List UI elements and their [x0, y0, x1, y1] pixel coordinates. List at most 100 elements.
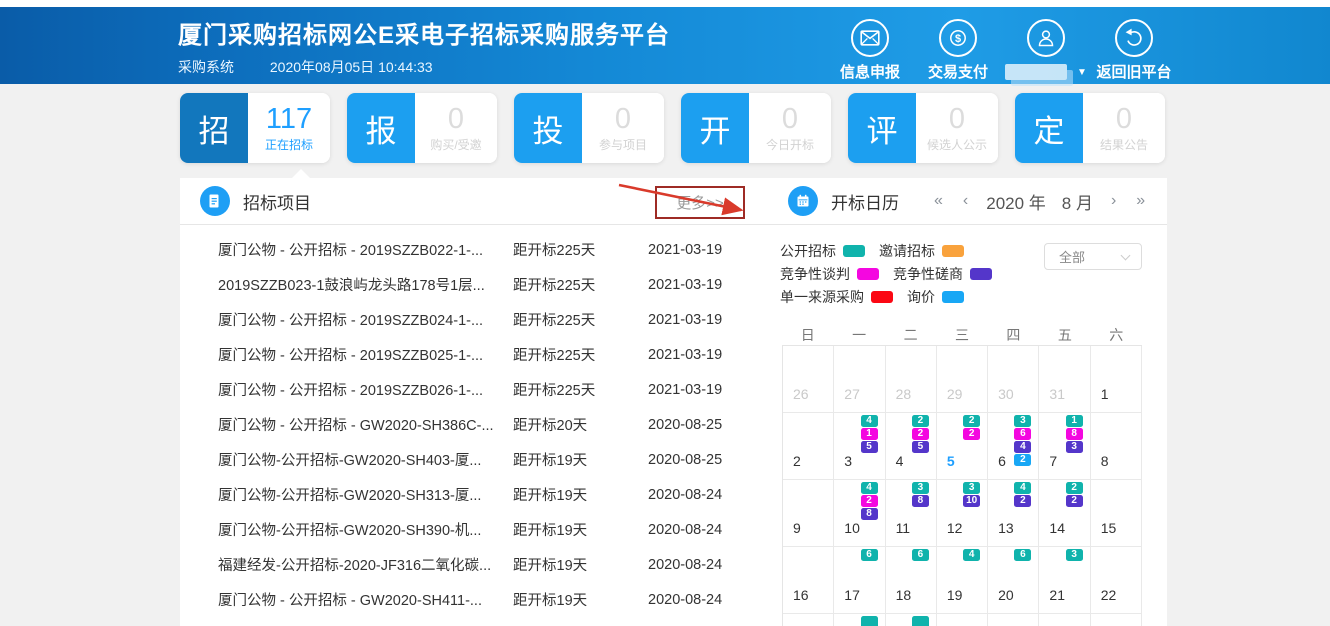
next-month-button[interactable]: ›: [1101, 192, 1126, 210]
event-badge-teal: 6: [861, 549, 878, 561]
calendar-day-27[interactable]: 27: [988, 614, 1039, 626]
calendar-day-2[interactable]: 2: [783, 413, 834, 480]
project-countdown: 距开标225天: [513, 344, 648, 365]
event-badge-blue: 2: [1014, 454, 1031, 466]
calendar-day-23[interactable]: 23: [783, 614, 834, 626]
prev-year-button[interactable]: «: [924, 192, 953, 210]
stat-tab-ping[interactable]: 评0候选人公示: [848, 93, 998, 163]
calendar-day-22[interactable]: 22: [1091, 547, 1142, 614]
project-title: 2019SZZB023-1鼓浪屿龙头路178号1层...: [218, 274, 513, 295]
calendar-day-26[interactable]: 26: [937, 614, 988, 626]
weekday-label: 五: [1039, 325, 1090, 345]
calendar-day-17[interactable]: 617: [834, 547, 885, 614]
calendar-icon: [788, 186, 818, 216]
project-row[interactable]: 厦门公物-公开招标-GW2020-SH403-厦...距开标19天2020-08…: [180, 442, 755, 477]
calendar-day-12[interactable]: 31012: [937, 480, 988, 547]
header-action-back-old[interactable]: 返回旧平台: [1090, 7, 1178, 84]
header-action-user[interactable]: ▼: [1002, 7, 1090, 84]
calendar-day-24[interactable]: 24: [834, 614, 885, 626]
event-badges: 6: [1014, 549, 1031, 561]
day-number: 30: [998, 386, 1014, 402]
project-row[interactable]: 厦门公物 - 公开招标 - 2019SZZB025-1-...距开标225天20…: [180, 337, 755, 372]
project-title: 厦门公物 - 公开招标 - 2019SZZB025-1-...: [218, 344, 513, 365]
return-arrow-icon: [1115, 19, 1153, 57]
calendar-day-5[interactable]: 225: [937, 413, 988, 480]
calendar-day-31[interactable]: 31: [1039, 346, 1090, 413]
project-row[interactable]: 厦门公物 - 公开招标 - GW2020-SH411-...距开标19天2020…: [180, 582, 755, 617]
project-row[interactable]: 2019SZZB023-1鼓浪屿龙头路178号1层...距开标225天2021-…: [180, 267, 755, 302]
project-title: 厦门公物 - 公开招标 - 2019SZZB024-1-...: [218, 309, 513, 330]
day-number: 27: [844, 386, 860, 402]
project-row[interactable]: 厦门公物 - 公开招标 - GW2020-SH386C-...距开标20天202…: [180, 407, 755, 442]
prev-month-button[interactable]: ‹: [953, 192, 978, 210]
calendar-day-28[interactable]: 28: [886, 346, 937, 413]
event-badge-purple: 8: [861, 508, 878, 520]
calendar-day-3[interactable]: 4153: [834, 413, 885, 480]
more-link[interactable]: 更多>>: [655, 186, 745, 219]
stat-label: 今日开标: [766, 136, 814, 153]
project-row[interactable]: 厦门公物 - 公开招标 - 2019SZZB026-1-...距开标225天20…: [180, 372, 755, 407]
caret-down-icon[interactable]: ▼: [1077, 67, 1087, 78]
user-name-redacted: ▼: [1005, 64, 1087, 80]
project-date: 2021-03-19: [648, 382, 722, 398]
project-countdown: 距开标19天: [513, 484, 648, 505]
calendar-day-16[interactable]: 16: [783, 547, 834, 614]
stat-label: 正在招标: [265, 136, 313, 153]
weekday-label: 日: [782, 325, 833, 345]
event-badge-teal: [912, 616, 929, 626]
calendar-day-21[interactable]: 321: [1039, 547, 1090, 614]
project-row[interactable]: 厦门公物-公开招标-GW2020-SH390-机...距开标19天2020-08…: [180, 512, 755, 547]
event-badge-teal: 2: [963, 415, 980, 427]
header-action-info-report[interactable]: 信息申报: [826, 7, 914, 84]
calendar-day-8[interactable]: 8: [1091, 413, 1142, 480]
calendar-grid: 2627282930311241532254225364261837894281…: [782, 345, 1142, 626]
legend-label: 竞争性磋商: [893, 264, 963, 284]
stat-tab-tou[interactable]: 投0参与项目: [514, 93, 664, 163]
stat-value: 117: [266, 104, 312, 134]
calendar-day-9[interactable]: 9: [783, 480, 834, 547]
stat-tab-bao[interactable]: 报0购买/受邀: [347, 93, 497, 163]
calendar-day-10[interactable]: 42810: [834, 480, 885, 547]
calendar-day-30[interactable]: 30: [988, 346, 1039, 413]
calendar-day-14[interactable]: 2214: [1039, 480, 1090, 547]
event-badges: 225: [912, 415, 929, 453]
calendar-day-18[interactable]: 618: [886, 547, 937, 614]
project-row[interactable]: 厦门公物 - 公开招标 - 2019SZZB022-1-...距开标225天20…: [180, 232, 755, 267]
event-badges: 310: [963, 482, 980, 507]
project-row[interactable]: 厦门公物 - 公开招标 - 2020-JF323...距开标19天2020-08…: [180, 617, 755, 626]
calendar-day-25[interactable]: 25: [886, 614, 937, 626]
event-badge-purple: 5: [861, 441, 878, 453]
project-row[interactable]: 福建经发-公开招标-2020-JF316二氧化碳...距开标19天2020-08…: [180, 547, 755, 582]
calendar-day-4[interactable]: 2254: [886, 413, 937, 480]
calendar-day-1[interactable]: 1: [1091, 346, 1142, 413]
calendar-day-7[interactable]: 1837: [1039, 413, 1090, 480]
calendar-day-6[interactable]: 36426: [988, 413, 1039, 480]
stat-tab-zhao[interactable]: 招117正在招标: [180, 93, 330, 163]
stat-tab-kai[interactable]: 开0今日开标: [681, 93, 831, 163]
payment-coin-icon: $: [939, 19, 977, 57]
legend-swatch-orange: [942, 245, 964, 257]
calendar-filter-select[interactable]: 全部: [1044, 243, 1142, 270]
calendar-day-11[interactable]: 3811: [886, 480, 937, 547]
project-row[interactable]: 厦门公物-公开招标-GW2020-SH313-厦...距开标19天2020-08…: [180, 477, 755, 512]
calendar-day-26[interactable]: 26: [783, 346, 834, 413]
calendar-day-28[interactable]: 28: [1039, 614, 1090, 626]
header-action-trade-pay[interactable]: $交易支付: [914, 7, 1002, 84]
day-number: 1: [1101, 386, 1109, 402]
calendar-day-15[interactable]: 15: [1091, 480, 1142, 547]
redaction-box: [1005, 64, 1067, 80]
calendar-day-29[interactable]: 29: [1091, 614, 1142, 626]
project-date: 2021-03-19: [648, 347, 722, 363]
calendar-day-20[interactable]: 620: [988, 547, 1039, 614]
stat-tab-ding[interactable]: 定0结果公告: [1015, 93, 1165, 163]
project-date: 2020-08-24: [648, 592, 722, 608]
calendar-day-13[interactable]: 4213: [988, 480, 1039, 547]
legend-swatch-red: [871, 291, 893, 303]
next-year-button[interactable]: »: [1126, 192, 1155, 210]
calendar-day-27[interactable]: 27: [834, 346, 885, 413]
calendar-day-29[interactable]: 29: [937, 346, 988, 413]
event-badge-teal: 3: [1066, 549, 1083, 561]
project-row[interactable]: 厦门公物 - 公开招标 - 2019SZZB024-1-...距开标225天20…: [180, 302, 755, 337]
day-number: 9: [793, 520, 801, 536]
calendar-day-19[interactable]: 419: [937, 547, 988, 614]
